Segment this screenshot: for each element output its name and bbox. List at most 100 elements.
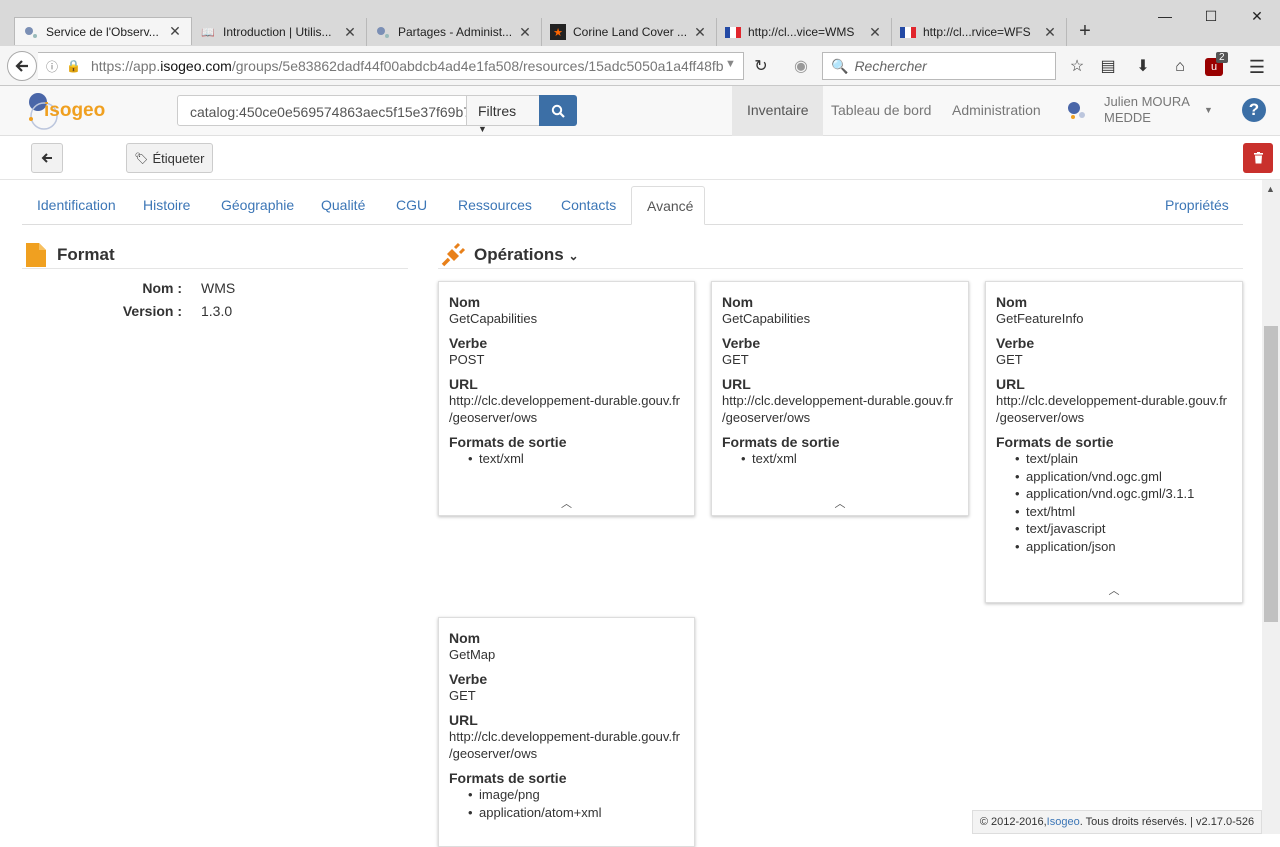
- url-prefix: https://app.: [90, 58, 161, 74]
- download-icon[interactable]: ⬇: [1132, 56, 1154, 78]
- extension-badge: 2: [1216, 52, 1228, 63]
- nav-tableau-de-bord[interactable]: Tableau de bord: [816, 86, 946, 136]
- browser-search-input[interactable]: 🔍 Rechercher: [822, 52, 1056, 80]
- op-verb-value: GET: [996, 352, 1023, 367]
- back-arrow-icon[interactable]: [7, 51, 37, 81]
- rss-icon[interactable]: ◉: [790, 56, 812, 78]
- operation-card: Nom GetFeatureInfo Verbe GET URL http://…: [985, 281, 1243, 603]
- close-icon[interactable]: ✕: [1042, 24, 1058, 41]
- filters-dropdown[interactable]: Filtres ▼: [466, 95, 540, 134]
- list-item: application/vnd.ogc.gml/3.1.1: [1015, 485, 1232, 503]
- bookmark-star-icon[interactable]: ☆: [1066, 56, 1088, 78]
- tab-geographie[interactable]: Géographie: [206, 186, 309, 225]
- nav-administration[interactable]: Administration: [937, 86, 1056, 136]
- scrollbar-thumb[interactable]: [1264, 326, 1278, 622]
- maximize-icon[interactable]: ☐: [1188, 4, 1234, 28]
- chevron-up-icon[interactable]: ︿: [712, 495, 968, 511]
- scroll-up-icon[interactable]: ▲: [1266, 184, 1275, 194]
- close-icon[interactable]: ✕: [867, 24, 883, 41]
- url-dropdown-icon[interactable]: ▼: [725, 58, 736, 70]
- browser-tab[interactable]: ★ Corine Land Cover ... ✕: [542, 18, 717, 46]
- list-item: application/atom+xml: [468, 804, 684, 822]
- search-icon: 🔍: [831, 57, 849, 74]
- tab-avance[interactable]: Avancé: [631, 186, 705, 225]
- op-name-label: Nom: [996, 294, 1028, 310]
- tab-identification[interactable]: Identification: [22, 186, 131, 225]
- op-verb-value: GET: [449, 688, 476, 703]
- browser-tab-title: Introduction | Utilis...: [223, 25, 332, 39]
- browser-tab[interactable]: http://cl...rvice=WFS ✕: [892, 18, 1067, 46]
- browser-tab[interactable]: http://cl...vice=WMS ✕: [717, 18, 892, 46]
- browser-tab-title: Partages - Administ...: [398, 25, 513, 39]
- op-formats-list: image/png application/atom+xml: [449, 786, 684, 821]
- url-bar[interactable]: ⓘ 🔒 https://app. isogeo.com/groups/5e8386…: [38, 52, 744, 80]
- divider: [438, 268, 1243, 269]
- close-icon[interactable]: ✕: [342, 24, 358, 41]
- user-menu[interactable]: Julien MOURA MEDDE: [1104, 94, 1190, 126]
- star-favicon-icon: ★: [550, 24, 566, 40]
- op-formats-label: Formats de sortie: [449, 770, 567, 786]
- minimize-icon[interactable]: —: [1142, 4, 1188, 28]
- op-url-label: URL: [996, 376, 1025, 392]
- back-button[interactable]: [31, 143, 63, 173]
- help-icon[interactable]: ?: [1242, 98, 1266, 122]
- reload-icon[interactable]: ↻: [750, 56, 772, 78]
- op-verb-label: Verbe: [449, 671, 488, 687]
- reading-list-icon[interactable]: ▤: [1097, 56, 1119, 78]
- isogeo-logo[interactable]: isogeo: [26, 90, 116, 132]
- tab-qualite[interactable]: Qualité: [306, 186, 380, 225]
- browser-tab[interactable]: Service de l'Observ... ✕: [14, 17, 192, 45]
- op-name-value: GetFeatureInfo: [996, 311, 1084, 326]
- close-icon[interactable]: ✕: [692, 24, 708, 41]
- caret-down-icon[interactable]: ▼: [1204, 105, 1213, 115]
- tab-cgu[interactable]: CGU: [381, 186, 442, 225]
- avatar[interactable]: [1066, 100, 1088, 122]
- window-close-icon[interactable]: ✕: [1234, 4, 1280, 28]
- new-tab-icon[interactable]: +: [1074, 20, 1096, 42]
- catalog-search-input[interactable]: catalog:450ce0e569574863aec5f15e37f69b7f: [177, 95, 467, 126]
- isogeo-favicon-icon: [375, 24, 391, 40]
- delete-button[interactable]: [1243, 143, 1273, 173]
- op-formats-label: Formats de sortie: [996, 434, 1114, 450]
- operations-title-text: Opérations: [474, 245, 564, 264]
- op-url-value: http://clc.developpement-durable.gouv.fr: [722, 393, 954, 408]
- filters-label: Filtres: [478, 103, 517, 119]
- op-name-value: GetCapabilities: [449, 311, 538, 326]
- logo-text: isogeo: [44, 100, 105, 121]
- page-scrollbar[interactable]: ▲: [1262, 180, 1280, 834]
- footer-copyright: © 2012-2016,: [979, 816, 1047, 828]
- footer: © 2012-2016, Isogeo. Tous droits réservé…: [972, 810, 1262, 834]
- menu-hamburger-icon[interactable]: ☰: [1246, 56, 1268, 78]
- tag-button[interactable]: 🏷 Étiqueter: [126, 143, 213, 173]
- op-formats-label: Formats de sortie: [722, 434, 840, 450]
- nav-inventaire[interactable]: Inventaire: [732, 86, 824, 136]
- search-button[interactable]: [539, 95, 577, 126]
- operations-title[interactable]: Opérations ⌄: [474, 245, 579, 265]
- tab-contacts[interactable]: Contacts: [546, 186, 631, 225]
- close-icon[interactable]: ✕: [167, 23, 183, 40]
- close-icon[interactable]: ✕: [517, 24, 533, 41]
- home-icon[interactable]: ⌂: [1169, 56, 1191, 78]
- flag-favicon-icon: [725, 24, 741, 40]
- op-url-value: /geoserver/ows: [722, 410, 811, 425]
- browser-tab-title: http://cl...vice=WMS: [748, 25, 855, 39]
- list-item: image/png: [468, 786, 684, 804]
- list-item: text/javascript: [1015, 520, 1232, 538]
- list-item: text/html: [1015, 503, 1232, 521]
- tab-histoire[interactable]: Histoire: [128, 186, 205, 225]
- format-version-label: Version :: [122, 303, 182, 319]
- url-path: /groups/5e83862dadf44f00abdcb4ad4e1fa508…: [231, 58, 724, 74]
- tab-proprietes[interactable]: Propriétés: [1150, 186, 1244, 225]
- browser-tab[interactable]: Partages - Administ... ✕: [367, 18, 542, 46]
- info-icon[interactable]: ⓘ: [46, 58, 58, 75]
- search-icon: [551, 104, 565, 118]
- format-name-value: WMS: [201, 280, 236, 296]
- chevron-up-icon[interactable]: ︿: [986, 582, 1242, 598]
- footer-isogeo-link[interactable]: Isogeo: [1047, 816, 1080, 828]
- browser-tab[interactable]: 📖 Introduction | Utilis... ✕: [192, 18, 367, 46]
- operation-card: Nom GetCapabilities Verbe GET URL http:/…: [711, 281, 969, 516]
- plug-icon: [440, 242, 466, 268]
- chevron-up-icon[interactable]: ︿: [439, 495, 694, 511]
- list-item: application/vnd.ogc.gml: [1015, 468, 1232, 486]
- tab-ressources[interactable]: Ressources: [443, 186, 547, 225]
